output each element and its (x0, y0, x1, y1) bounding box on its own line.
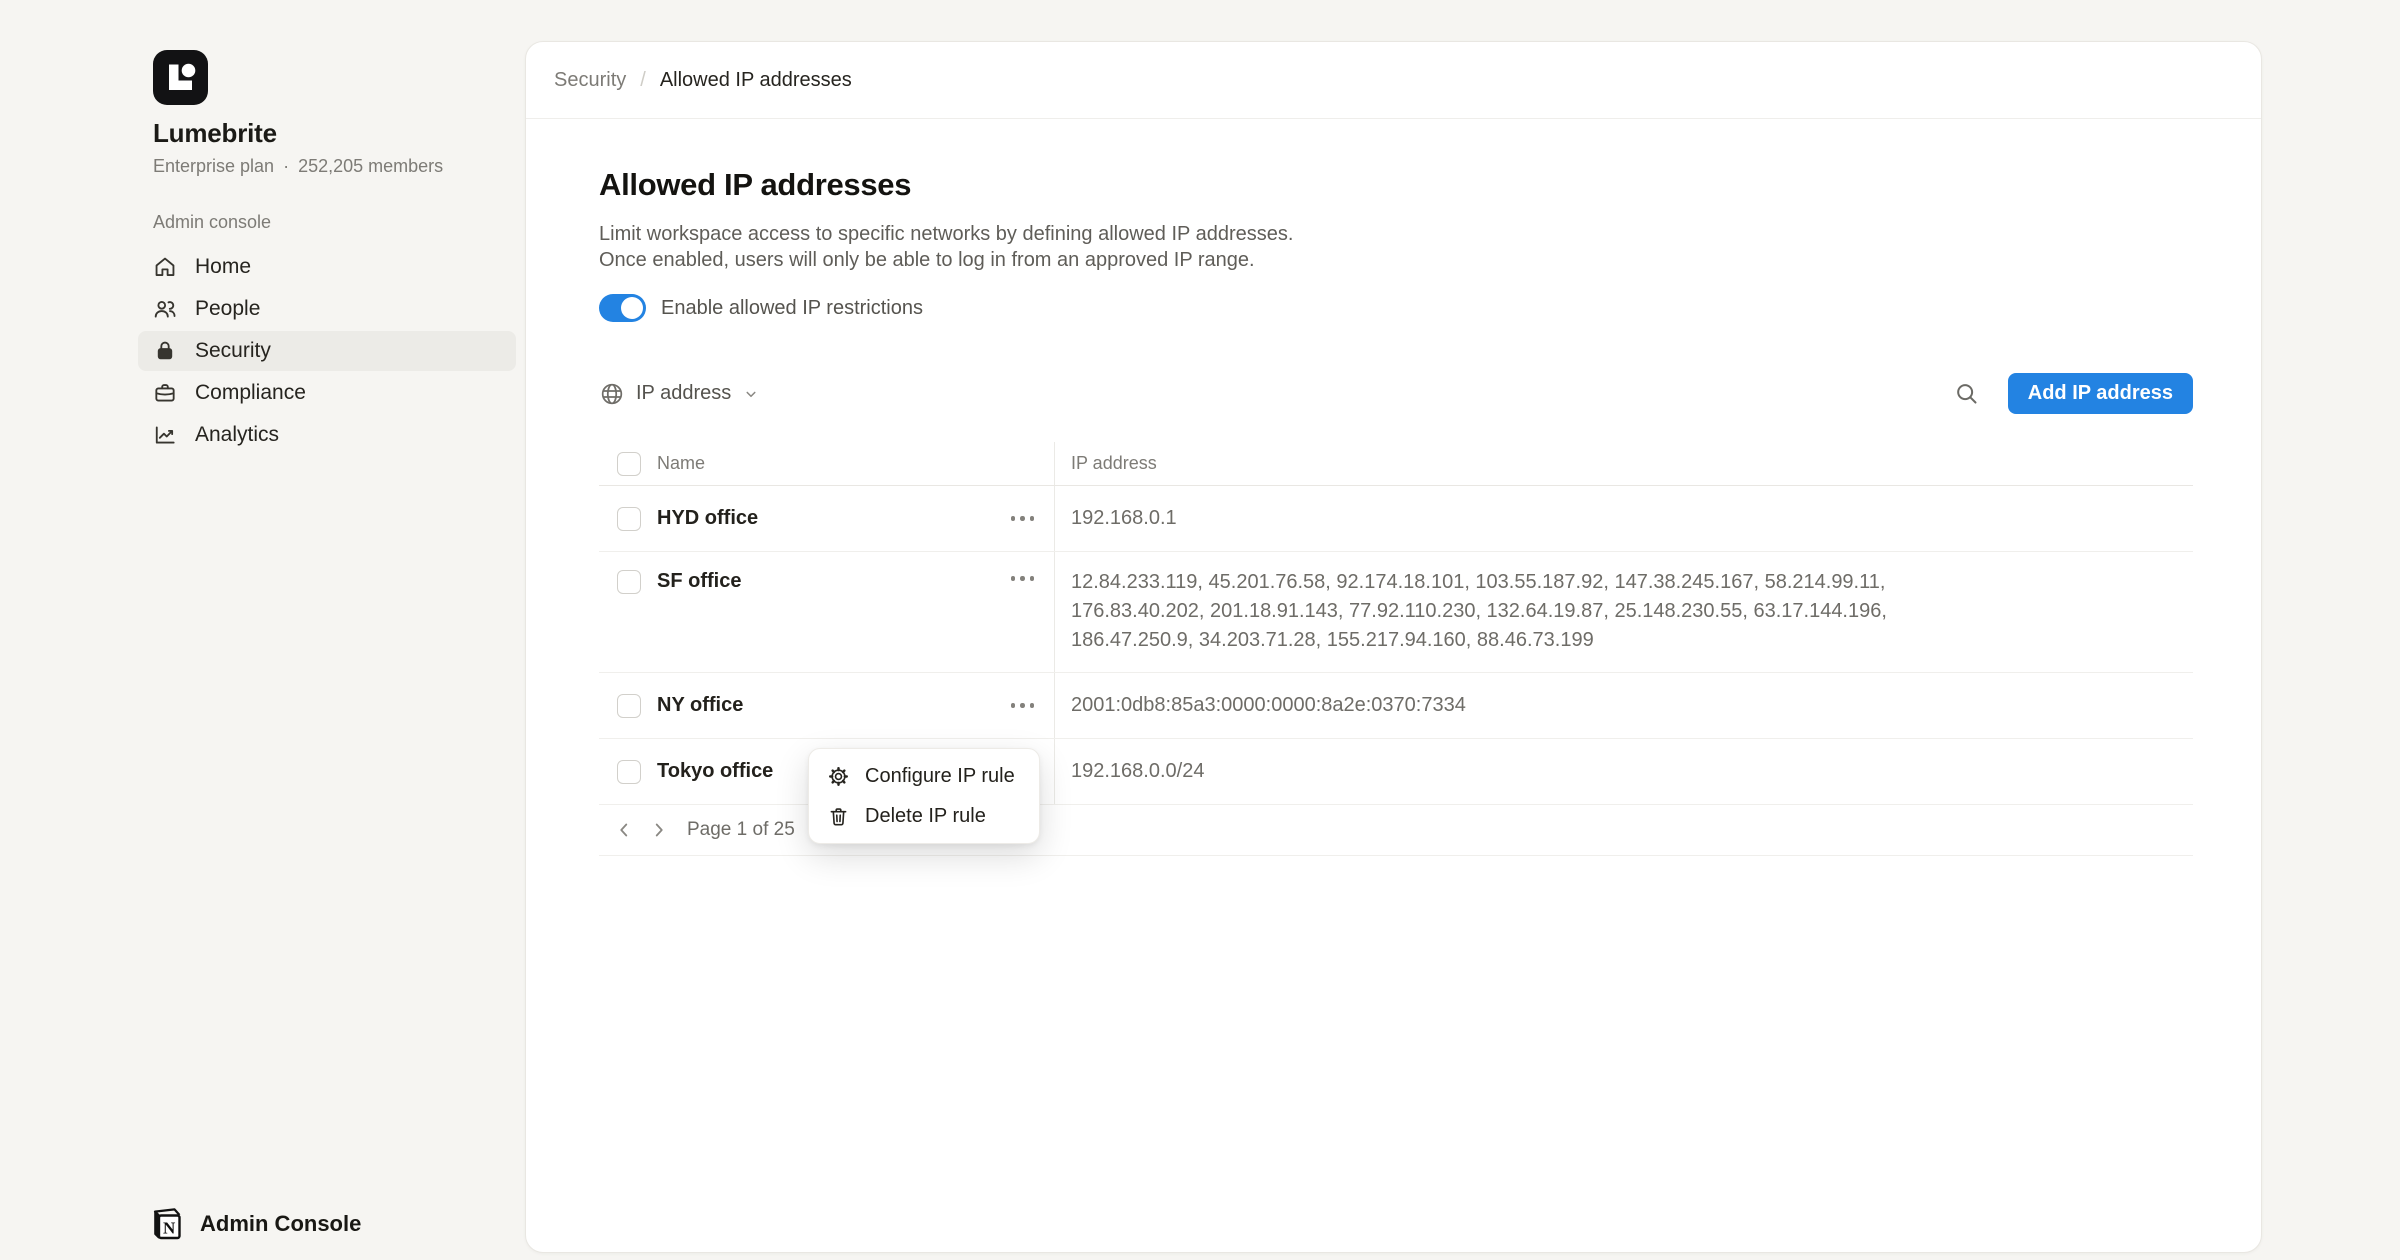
table-header: Name IP address (599, 442, 2193, 486)
table-row: HYD office 192.168.0.1 (599, 486, 2193, 552)
people-icon (152, 296, 178, 322)
row-name: Tokyo office (657, 760, 773, 783)
workspace-logo[interactable] (153, 50, 208, 105)
row-checkbox[interactable] (617, 507, 641, 531)
toggle-row: Enable allowed IP restrictions (599, 294, 2193, 322)
home-icon (152, 254, 178, 280)
chevron-left-icon (613, 819, 635, 841)
sidebar-footer[interactable]: N Admin Console (150, 1206, 361, 1242)
trash-icon (827, 805, 850, 828)
row-name: NY office (657, 694, 743, 717)
meta-separator: · (283, 156, 289, 177)
chevron-right-icon (648, 819, 670, 841)
row-checkbox[interactable] (617, 760, 641, 784)
notion-cube-icon: N (150, 1206, 186, 1242)
sidebar-item-security[interactable]: Security (138, 331, 516, 371)
sidebar-item-label: Compliance (195, 381, 306, 405)
workspace-meta: Enterprise plan · 252,205 members (153, 156, 443, 177)
row-name: HYD office (657, 507, 758, 530)
ip-restrictions-toggle[interactable] (599, 294, 646, 322)
workspace-name: Lumebrite (153, 118, 277, 149)
row-ip: 2001:0db8:85a3:0000:0000:8a2e:0370:7334 (1071, 691, 1466, 720)
select-all-checkbox[interactable] (617, 452, 641, 476)
sidebar-nav: Home People Security (138, 247, 516, 457)
row-ip: 192.168.0.1 (1071, 504, 1177, 533)
sidebar-item-people[interactable]: People (138, 289, 516, 329)
table-header-left: Name (599, 442, 1054, 485)
table-row: NY office 2001:0db8:85a3:0000:0000:8a2e:… (599, 673, 2193, 739)
sidebar-item-home[interactable]: Home (138, 247, 516, 287)
configure-ip-rule-item[interactable]: Configure IP rule (815, 756, 1033, 796)
plan-label: Enterprise plan (153, 156, 274, 177)
lumebrite-logo-icon (153, 50, 208, 105)
add-ip-address-button[interactable]: Add IP address (2008, 373, 2193, 414)
previous-page-button[interactable] (611, 817, 637, 843)
sidebar-item-analytics[interactable]: Analytics (138, 415, 516, 455)
svg-text:N: N (163, 1219, 176, 1238)
row-context-menu: Configure IP rule Delete IP rule (808, 748, 1040, 844)
sidebar-item-label: Security (195, 339, 271, 363)
menu-item-label: Configure IP rule (865, 765, 1015, 788)
sidebar-item-label: Home (195, 255, 251, 279)
column-header-name: Name (657, 453, 705, 474)
breadcrumb-separator: / (640, 69, 646, 92)
table-header-right: IP address (1054, 442, 2193, 485)
delete-ip-rule-item[interactable]: Delete IP rule (815, 796, 1033, 836)
column-header-ip: IP address (1071, 453, 1157, 474)
sidebar-section-label: Admin console (153, 212, 271, 233)
search-icon (1953, 380, 1980, 407)
main-panel: Security / Allowed IP addresses Allowed … (525, 41, 2262, 1253)
breadcrumb-parent[interactable]: Security (554, 69, 626, 92)
pagination-label: Page 1 of 25 (687, 819, 795, 841)
toolbar-right: Add IP address (1952, 373, 2193, 414)
toggle-label: Enable allowed IP restrictions (661, 297, 923, 320)
breadcrumb-current: Allowed IP addresses (660, 69, 852, 92)
page-description: Limit workspace access to specific netwo… (599, 221, 2193, 273)
briefcase-icon (152, 380, 178, 406)
sidebar-item-compliance[interactable]: Compliance (138, 373, 516, 413)
toggle-knob (621, 297, 643, 319)
row-more-button[interactable] (1009, 510, 1037, 527)
row-more-button[interactable] (1009, 697, 1037, 714)
toolbar: IP address Add IP address (599, 373, 2193, 414)
breadcrumb: Security / Allowed IP addresses (526, 42, 2261, 119)
gear-icon (827, 765, 850, 788)
ip-address-filter[interactable]: IP address (599, 381, 760, 407)
menu-item-label: Delete IP rule (865, 805, 986, 828)
filter-label: IP address (636, 382, 731, 405)
sidebar-item-label: People (195, 297, 260, 321)
page-title: Allowed IP addresses (599, 167, 2193, 203)
chevron-down-icon (742, 385, 760, 403)
search-button[interactable] (1952, 379, 1982, 409)
table-row: SF office 12.84.233.119, 45.201.76.58, 9… (599, 552, 2193, 673)
sidebar-item-label: Analytics (195, 423, 279, 447)
globe-icon (599, 381, 625, 407)
members-count: 252,205 members (298, 156, 443, 177)
row-checkbox[interactable] (617, 694, 641, 718)
footer-label: Admin Console (200, 1211, 361, 1237)
chart-icon (152, 422, 178, 448)
page-description-line2: Once enabled, users will only be able to… (599, 247, 2193, 273)
page-description-line1: Limit workspace access to specific netwo… (599, 221, 2193, 247)
row-checkbox[interactable] (617, 570, 641, 594)
row-ip: 192.168.0.0/24 (1071, 757, 1204, 786)
row-name: SF office (657, 570, 741, 593)
row-more-button[interactable] (1009, 570, 1037, 587)
sidebar: Lumebrite Enterprise plan · 252,205 memb… (0, 0, 525, 1260)
lock-icon (152, 338, 178, 364)
row-ip: 12.84.233.119, 45.201.76.58, 92.174.18.1… (1071, 552, 1901, 672)
next-page-button[interactable] (646, 817, 672, 843)
page-content: Allowed IP addresses Limit workspace acc… (599, 120, 2193, 856)
